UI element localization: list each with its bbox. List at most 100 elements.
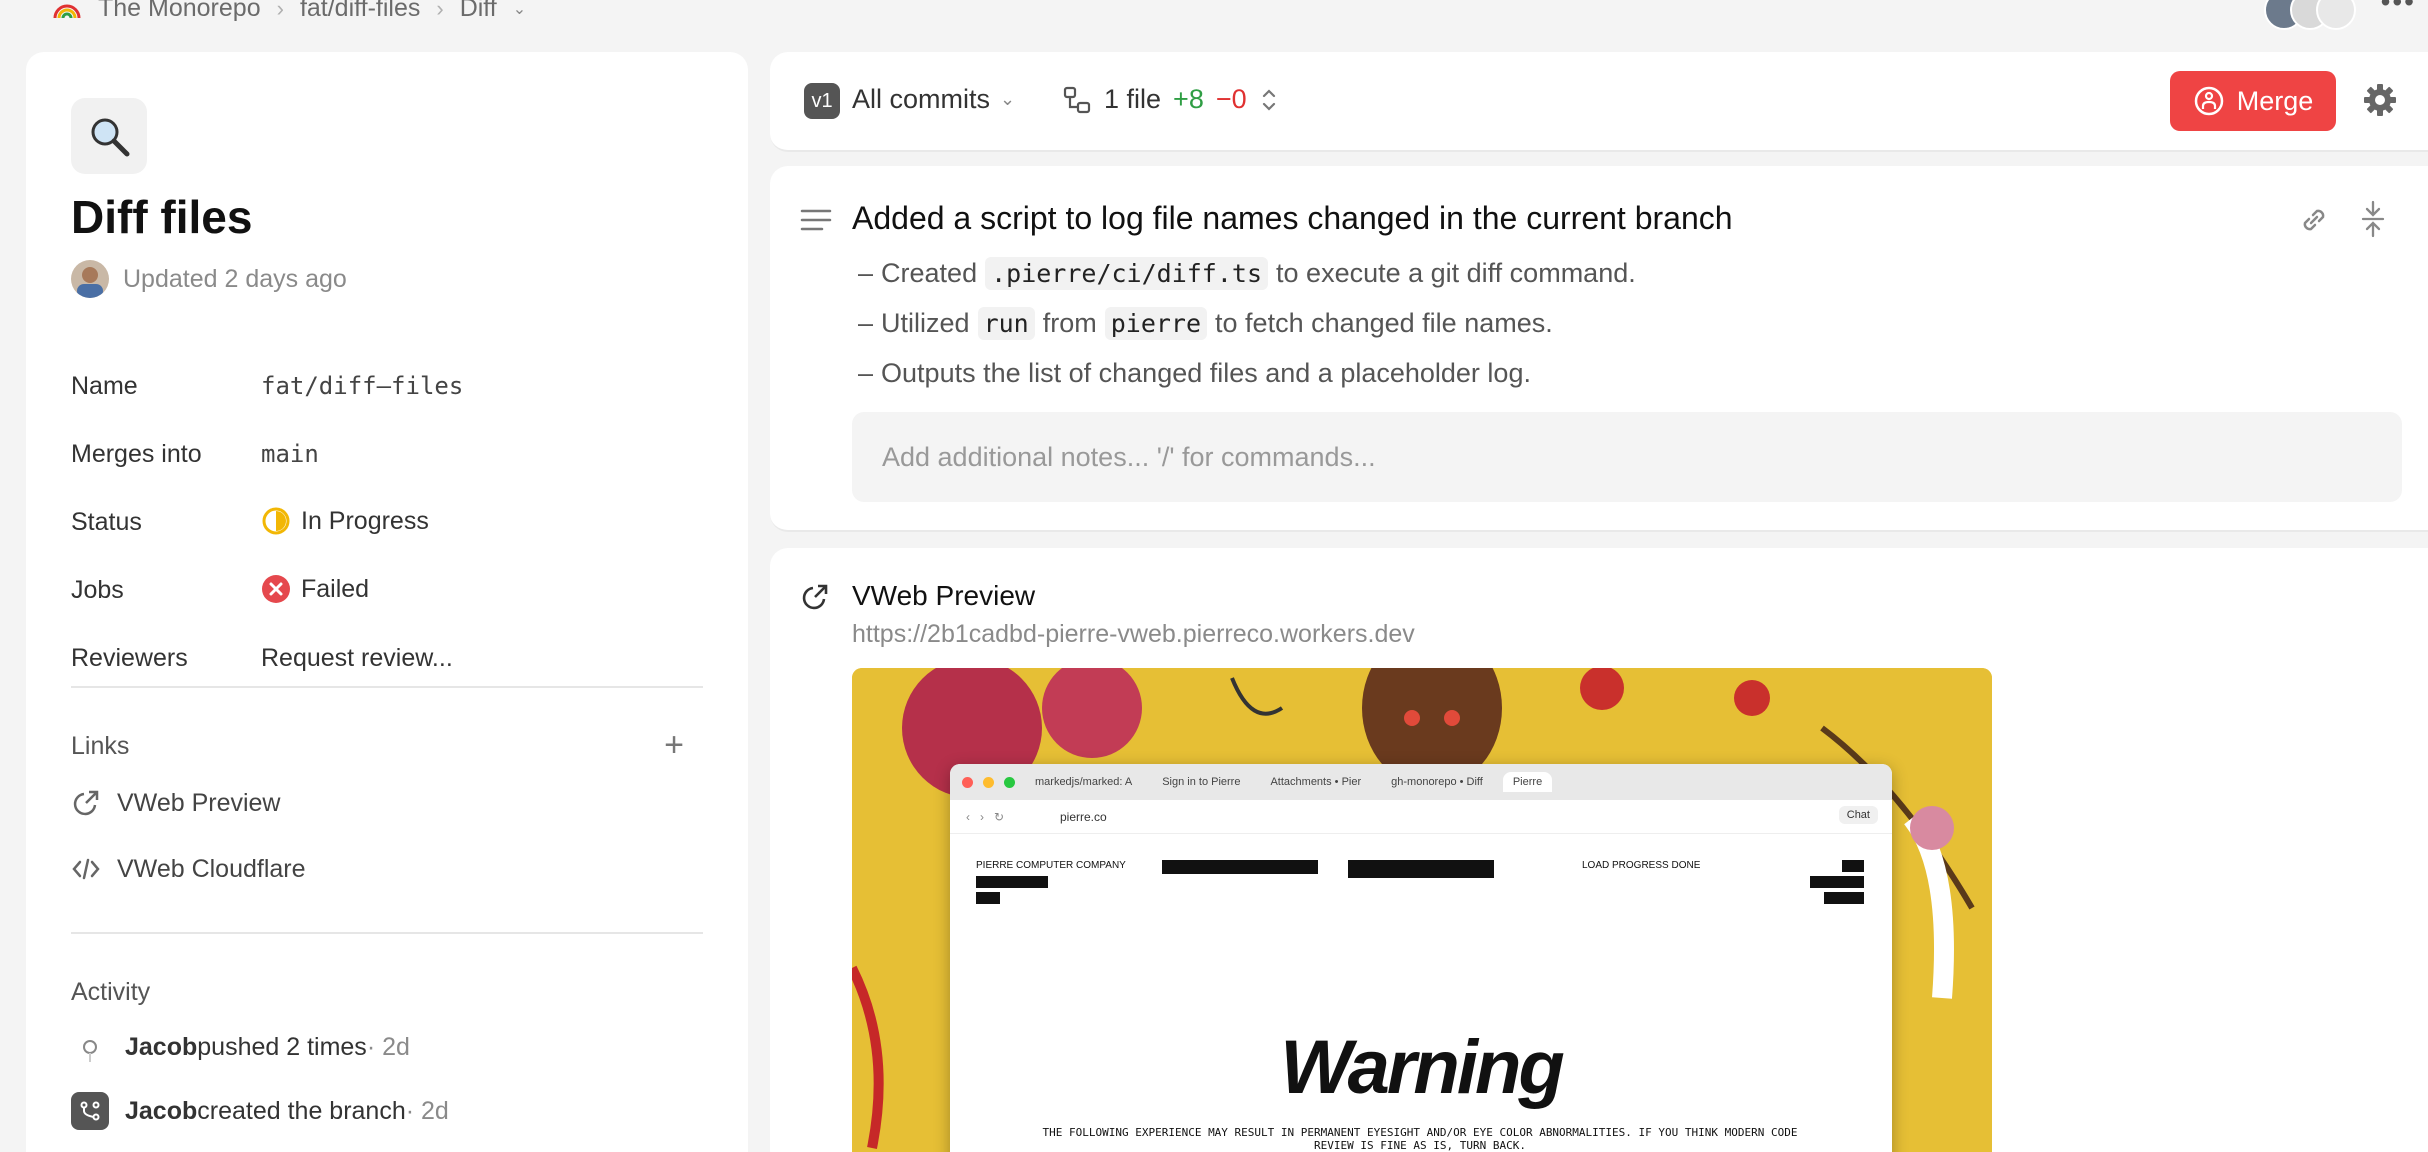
preview-title[interactable]: VWeb Preview xyxy=(852,580,1035,612)
warning-title: Warning xyxy=(1280,1025,1565,1110)
activity-author[interactable]: Jacob xyxy=(125,1097,197,1126)
activity-author[interactable]: Jacob xyxy=(125,1033,197,1062)
add-link-icon[interactable]: + xyxy=(664,728,684,762)
external-link-icon xyxy=(802,584,828,610)
status-value[interactable]: In Progress xyxy=(261,506,429,536)
magnifier-icon xyxy=(71,98,147,174)
activity-action: created the branch xyxy=(197,1096,406,1125)
merge-icon xyxy=(2194,86,2223,116)
activity-item: Jacob pushed 2 times · 2d xyxy=(71,1032,410,1062)
collaborator-avatars[interactable] xyxy=(2264,0,2356,30)
top-bar: The Monorepo › fat/diff-files › Diff ⌄ •… xyxy=(0,0,2428,30)
additions-count: +8 xyxy=(1173,84,1204,114)
browser-address: pierre.co xyxy=(1060,809,1107,824)
browser-tab: Sign in to Pierre xyxy=(1162,776,1241,788)
collapse-icon[interactable] xyxy=(2360,200,2386,238)
status-label: Status xyxy=(71,508,142,536)
avatar xyxy=(71,260,109,298)
external-link-icon xyxy=(73,790,99,816)
link-label: VWeb Preview xyxy=(117,788,281,817)
request-review-button[interactable]: Request review... xyxy=(261,644,453,673)
link-vweb-cloudflare[interactable]: VWeb Cloudflare xyxy=(71,854,306,884)
breadcrumb: The Monorepo › fat/diff-files › Diff ⌄ xyxy=(52,0,526,23)
inline-code: .pierre/ci/diff.ts xyxy=(985,256,1269,290)
reviewers-label: Reviewers xyxy=(71,644,188,672)
browser-tab: markedjs/marked: A xyxy=(1035,776,1133,788)
updated-info: Updated 2 days ago xyxy=(71,260,347,298)
browser-nav-icons: ‹ › ↻ xyxy=(966,809,1005,824)
activity-item: Jacob created the branch · 2d xyxy=(71,1092,449,1130)
breadcrumb-diff[interactable]: Diff xyxy=(460,0,497,23)
activity-heading: Activity xyxy=(71,978,151,1006)
browser-address-bar: ‹ › ↻ pierre.co Chat xyxy=(950,800,1892,834)
jobs-label: Jobs xyxy=(71,576,124,604)
chat-button: Chat xyxy=(1838,806,1878,824)
activity-time: · 2d xyxy=(366,1032,410,1061)
bullet-text: to fetch changed file names. xyxy=(1215,307,1553,338)
rainbow-icon xyxy=(53,4,81,18)
commit-description-card: Added a script to log file names changed… xyxy=(770,166,2428,532)
redacted-bar xyxy=(1810,876,1864,888)
browser-tab: Attachments • Pier xyxy=(1270,776,1362,788)
warning-text: THE FOLLOWING EXPERIENCE MAY RESULT IN P… xyxy=(1042,1126,1798,1152)
merges-into-value[interactable]: main xyxy=(261,440,319,468)
version-badge: v1 xyxy=(804,83,840,119)
file-tree-icon xyxy=(1063,86,1091,113)
commits-label: All commits xyxy=(852,84,991,114)
preview-screenshot[interactable]: markedjs/marked: A Sign in to Pierre Att… xyxy=(852,668,1992,1152)
breadcrumb-repo[interactable]: The Monorepo xyxy=(98,0,261,23)
file-count: 1 file xyxy=(1104,84,1162,114)
bullet-text: Utilized xyxy=(881,307,970,338)
chevron-down-icon: ⌄ xyxy=(1000,89,1016,109)
jobs-value[interactable]: Failed xyxy=(261,574,369,604)
link-vweb-preview[interactable]: VWeb Preview xyxy=(71,788,281,818)
list-item: – Created .pierre/ci/diff.ts to execute … xyxy=(858,256,1636,290)
deletions-count: −0 xyxy=(1215,84,1247,114)
name-value: fat/diff–files xyxy=(261,372,464,400)
files-summary[interactable]: 1 file +8 −0 xyxy=(1062,84,1279,115)
branch-icon xyxy=(71,1092,109,1130)
updated-text: Updated 2 days ago xyxy=(123,264,347,293)
details-sidebar: Diff files Updated 2 days ago Name fat/d… xyxy=(26,52,748,1152)
link-label: VWeb Cloudflare xyxy=(117,854,306,883)
commit-bullets: – Created .pierre/ci/diff.ts to execute … xyxy=(858,248,1636,398)
breadcrumb-branch[interactable]: fat/diff-files xyxy=(300,0,420,23)
half-circle-icon xyxy=(262,507,290,535)
more-icon[interactable]: ••• xyxy=(2381,0,2416,18)
inline-code: run xyxy=(977,306,1035,340)
link-icon[interactable] xyxy=(2296,202,2332,238)
page-title: Diff files xyxy=(71,191,253,243)
activity-time: · 2d xyxy=(405,1096,449,1125)
merges-into-label: Merges into xyxy=(71,440,202,468)
chevron-right-icon: › xyxy=(436,0,444,21)
redacted-bar xyxy=(976,892,1000,904)
divider xyxy=(71,932,703,934)
redacted-bar xyxy=(1348,860,1494,878)
divider xyxy=(71,686,703,688)
bullet-text: to execute a git diff command. xyxy=(1276,257,1636,288)
merge-button[interactable]: Merge xyxy=(2170,71,2336,131)
redacted-bar xyxy=(976,876,1048,888)
activity-action: pushed 2 times xyxy=(197,1032,367,1061)
site-progress: LOAD PROGRESS DONE xyxy=(1582,860,1701,871)
diff-toolbar: v1 All commits ⌄ 1 file +8 −0 Merge xyxy=(770,52,2428,152)
gear-icon[interactable] xyxy=(2362,82,2398,118)
chevron-down-icon[interactable]: ⌄ xyxy=(513,0,526,19)
browser-window-screenshot: markedjs/marked: A Sign in to Pierre Att… xyxy=(950,764,1892,1152)
failed-icon xyxy=(262,575,290,603)
commit-title: Added a script to log file names changed… xyxy=(852,200,1733,236)
list-item: – Utilized run from pierre to fetch chan… xyxy=(858,306,1553,340)
name-label: Name xyxy=(71,372,138,400)
bullet-text: from xyxy=(1042,307,1097,338)
expand-toggle-icon[interactable] xyxy=(1259,85,1279,115)
preview-url[interactable]: https://2b1cadbd-pierre-vweb.pierreco.wo… xyxy=(852,620,1415,649)
browser-tab-active: Pierre xyxy=(1502,772,1553,792)
redacted-bar xyxy=(1842,860,1864,872)
commits-dropdown[interactable]: All commits ⌄ xyxy=(852,84,1015,115)
status-text: In Progress xyxy=(301,506,429,535)
text-lines-icon xyxy=(800,209,832,231)
notes-input[interactable]: Add additional notes... '/' for commands… xyxy=(852,412,2402,502)
bullet-text: Created xyxy=(881,257,978,288)
bullet-text: Outputs the list of changed files and a … xyxy=(881,357,1531,388)
site-company: PIERRE COMPUTER COMPANY xyxy=(976,860,1126,871)
